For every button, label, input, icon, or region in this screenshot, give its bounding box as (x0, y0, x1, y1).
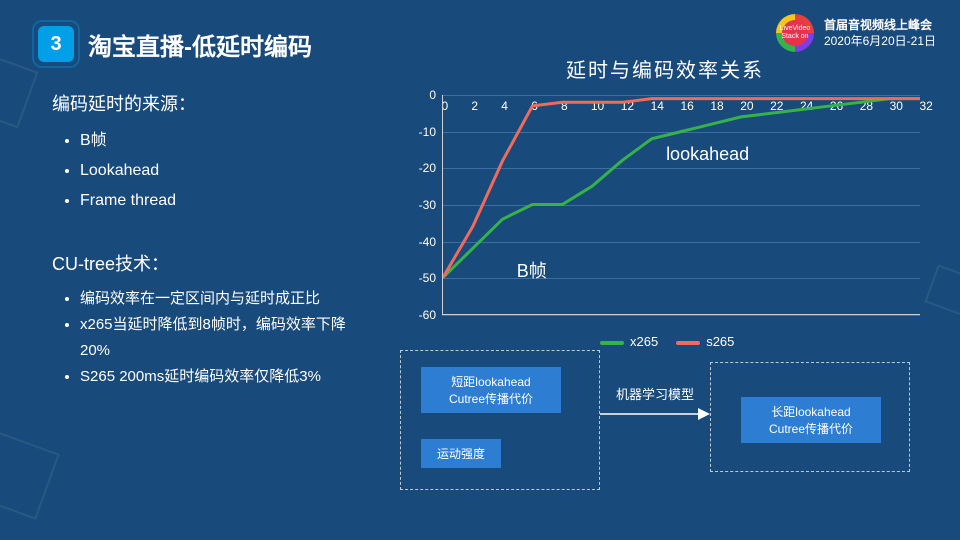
page-title: 淘宝直播-低延时编码 (88, 27, 312, 62)
chart-title: 延时与编码效率关系 (400, 54, 930, 83)
section2-list: 编码效率在一定区间内与延时成正比 x265当延时降低到8帧时，编码效率下降20%… (52, 286, 352, 390)
chart-series-x265 (443, 99, 920, 278)
chart-y-tick: -10 (400, 125, 442, 139)
chart-y-tick: -50 (400, 271, 442, 285)
chart-y-tick: -30 (400, 198, 442, 212)
event-name: 首届音视频线上峰会 (824, 17, 936, 33)
list-item: Lookahead (80, 156, 352, 186)
chart-annotation-bframe: B帧 (517, 257, 547, 283)
list-item: Frame thread (80, 186, 352, 216)
list-item: B帧 (80, 126, 352, 156)
chart-legend: x265 s265 (600, 334, 734, 349)
chart-y-tick: -40 (400, 235, 442, 249)
diagram-arrow-label: 机器学习模型 (616, 384, 694, 403)
diagram-input-group: 短距lookahead Cutree传播代价 运动强度 (400, 350, 600, 490)
chart-annotation-lookahead: lookahead (666, 144, 749, 165)
section-number-badge: 3 (38, 26, 74, 62)
list-item: x265当延时降低到8帧时，编码效率下降20% (80, 312, 352, 364)
arrow-icon (600, 404, 710, 424)
event-date: 2020年6月20日-21日 (824, 33, 936, 49)
chart-y-tick: 0 (400, 88, 442, 102)
chart-y-tick: -60 (400, 308, 442, 322)
list-item: 编码效率在一定区间内与延时成正比 (80, 286, 352, 312)
legend-s265: s265 (706, 334, 734, 349)
diagram-box-motion: 运动强度 (421, 439, 501, 468)
event-logo-icon: LiveVideo Stack on (776, 14, 814, 52)
diagram-box-short-lookahead: 短距lookahead Cutree传播代价 (421, 367, 561, 413)
section2-heading: CU-tree技术： (52, 250, 352, 276)
section1-heading: 编码延时的来源： (52, 90, 352, 116)
diagram-output-group: 长距lookahead Cutree传播代价 (710, 362, 910, 472)
ml-diagram: 短距lookahead Cutree传播代价 运动强度 机器学习模型 长距loo… (400, 350, 930, 500)
chart-y-tick: -20 (400, 161, 442, 175)
chart-series-s265 (443, 99, 920, 278)
latency-efficiency-chart: 0-10-20-30-40-50-60 02468101214161820222… (400, 89, 930, 347)
section1-list: B帧 Lookahead Frame thread (52, 126, 352, 216)
diagram-box-long-lookahead: 长距lookahead Cutree传播代价 (741, 397, 881, 443)
list-item: S265 200ms延时编码效率仅降低3% (80, 364, 352, 390)
event-meta: LiveVideo Stack on 首届音视频线上峰会 2020年6月20日-… (776, 14, 936, 52)
legend-x265: x265 (630, 334, 658, 349)
